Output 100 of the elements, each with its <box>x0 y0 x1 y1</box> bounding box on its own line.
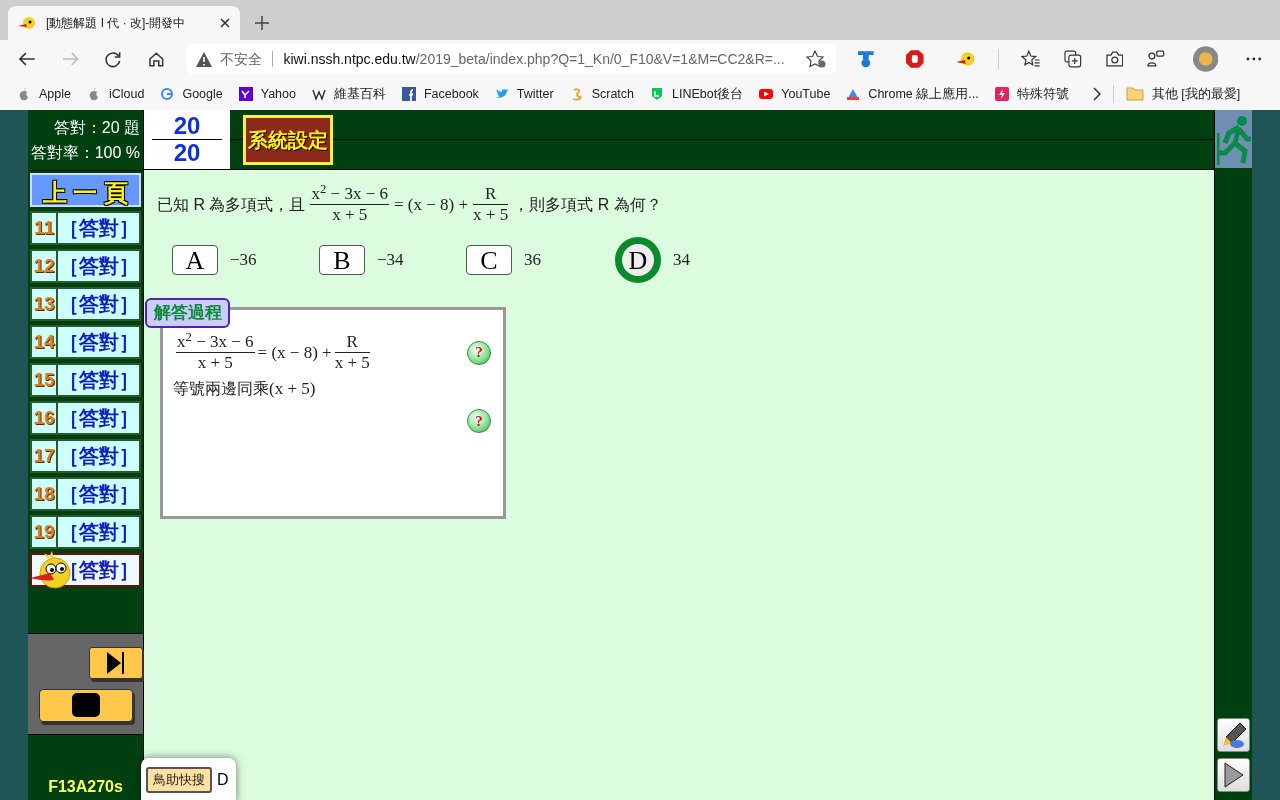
answer-text: D <box>217 770 229 790</box>
question-status: ［答對］ <box>58 330 139 355</box>
tab-title: [動態解題 I 代 · 改]-開發中 <box>46 15 187 32</box>
question-item[interactable]: 16 ［答對］ <box>30 401 141 435</box>
reload-icon[interactable] <box>105 50 122 68</box>
browser-tab[interactable]: [動態解題 I 代 · 改]-開發中 <box>8 6 240 40</box>
stop-button[interactable] <box>39 688 133 722</box>
question-number: 18 <box>32 479 58 509</box>
fraction-numerator: x$^{2}$ − 3x − 6 <box>310 184 389 204</box>
bookmark-item[interactable]: Twitter <box>494 84 554 104</box>
bookmark-item[interactable]: YouTube <box>759 84 831 104</box>
bookmark-item[interactable]: Scratch <box>569 84 635 104</box>
bookmark-folder[interactable]: 其他 [我的最愛] <box>1125 84 1241 104</box>
question-item[interactable]: 18 ［答對］ <box>30 477 141 511</box>
w-letter-icon <box>311 87 326 101</box>
pen-tool-button[interactable] <box>1217 718 1250 752</box>
question-item[interactable]: 14 ［答對］ <box>30 325 141 359</box>
question-number: 15 <box>32 365 58 395</box>
fraction-denominator: x + 5 <box>332 205 368 225</box>
warning-icon <box>196 51 213 67</box>
shield-icon <box>650 87 665 101</box>
google-icon <box>160 87 175 101</box>
question-status: ［答對］ <box>58 444 139 469</box>
option-button[interactable]: C <box>466 245 512 275</box>
option-button[interactable]: D <box>615 237 661 283</box>
new-tab-icon[interactable] <box>254 15 270 31</box>
close-icon[interactable] <box>220 18 230 28</box>
question-status: ［答對］ <box>58 292 139 317</box>
more-icon[interactable] <box>1246 57 1262 61</box>
question-status: ［答對］ <box>58 520 139 545</box>
math-text: = (x − 8) + <box>394 193 469 216</box>
play-icon <box>1223 762 1244 788</box>
question-item[interactable]: 19 ［答對］ <box>30 515 141 549</box>
question-number: 19 <box>32 517 58 547</box>
stop-icon <box>72 693 100 717</box>
question-status: ［答對］ <box>58 216 139 241</box>
bookmark-item[interactable]: Google <box>160 84 223 104</box>
bookmark-item[interactable]: LINEbot後台 <box>650 84 744 104</box>
bird-icon[interactable] <box>956 50 976 68</box>
bookmark-item[interactable]: iCloud <box>87 84 145 104</box>
fraction-denominator: x + 5 <box>334 353 370 373</box>
score-fraction: 20 20 <box>144 110 230 169</box>
collections-icon[interactable] <box>1064 50 1082 68</box>
apple-icon <box>87 87 101 101</box>
math-text: (x + 5) <box>269 378 316 401</box>
fraction-denominator: x + 5 <box>473 205 509 225</box>
rate-text: 答對率：100 % <box>30 143 140 163</box>
back-icon[interactable] <box>18 51 36 67</box>
question-item[interactable]: 13 ［答對］ <box>30 287 141 321</box>
question-text: 已知 R 為多項式，且 <box>157 194 306 215</box>
question-item[interactable]: ［答對］ <box>30 553 141 587</box>
hint-button[interactable]: ? <box>467 409 491 433</box>
step-forward-button[interactable] <box>89 646 143 679</box>
question-item[interactable]: 17 ［答對］ <box>30 439 141 473</box>
option-value: −36 <box>230 249 257 272</box>
chevron-right-icon[interactable] <box>1092 87 1101 101</box>
question-number: 16 <box>32 403 58 433</box>
question-number: 17 <box>32 441 58 471</box>
hint-button[interactable]: ? <box>467 340 491 365</box>
fraction-numerator: x$^{2}$ − 3x − 6 <box>176 332 255 352</box>
question-status: ［答對］ <box>58 482 139 507</box>
address-bar[interactable]: 不安全 kiwi.nssh.ntpc.edu.tw/2019_beta/index.php?Q=1_Kn/0_F10&V=1&M=CC2&R=... <box>186 44 836 74</box>
skip-forward-icon <box>107 651 125 674</box>
bookmark-item[interactable]: Yahoo <box>238 84 296 104</box>
question-item[interactable]: 15 ［答對］ <box>30 363 141 397</box>
option-value: 36 <box>524 249 541 272</box>
add-favorite-icon[interactable] <box>805 50 826 68</box>
question-text: 等號兩邊同乘 <box>173 379 269 397</box>
fraction-denominator: x + 5 <box>197 353 233 373</box>
option-value: −34 <box>377 249 404 272</box>
option-button[interactable]: B <box>319 245 365 275</box>
option-button[interactable]: A <box>172 245 218 275</box>
bird-icon <box>494 87 509 101</box>
facebook-icon <box>401 87 416 101</box>
url-text: kiwi.nssh.ntpc.edu.tw/2019_beta/index.php?Q=1_Kn/0_F10&V=1&M=CC2&R=... <box>283 49 786 69</box>
folder-icon <box>1125 87 1144 101</box>
home-icon[interactable] <box>147 50 165 68</box>
quick-search-button[interactable]: 鳥助快搜 <box>146 767 212 793</box>
bookmark-item[interactable]: 特殊符號 <box>994 84 1069 104</box>
fraction-numerator: R <box>484 184 498 204</box>
question-item[interactable]: 11 ［答對］ <box>30 211 141 245</box>
question-item[interactable]: 12 ［答對］ <box>30 249 141 283</box>
bookmark-item[interactable]: Chrome 線上應用... <box>846 84 979 104</box>
favorites-icon[interactable] <box>1020 50 1041 68</box>
question-number: 11 <box>32 213 58 243</box>
fraction-numerator: R <box>345 332 359 352</box>
yahoo-icon <box>238 87 253 101</box>
camera-icon[interactable] <box>1105 50 1124 68</box>
bookmark-item[interactable]: 維基百科 <box>311 84 386 104</box>
bookmark-item[interactable]: Apple <box>17 84 71 104</box>
play-button[interactable] <box>1217 758 1250 792</box>
profile-avatar-icon[interactable] <box>1192 46 1219 72</box>
security-label: 不安全 <box>220 49 263 69</box>
solution-label: 解答過程 <box>145 298 230 328</box>
question-number: 13 <box>32 289 58 319</box>
bookmark-item[interactable]: Facebook <box>401 84 479 104</box>
running-man-icon <box>1216 113 1251 165</box>
score-text: 答對：20 題 <box>53 118 140 138</box>
settings-button[interactable]: 系統設定 <box>243 114 333 165</box>
feedback-icon[interactable] <box>1147 50 1165 68</box>
